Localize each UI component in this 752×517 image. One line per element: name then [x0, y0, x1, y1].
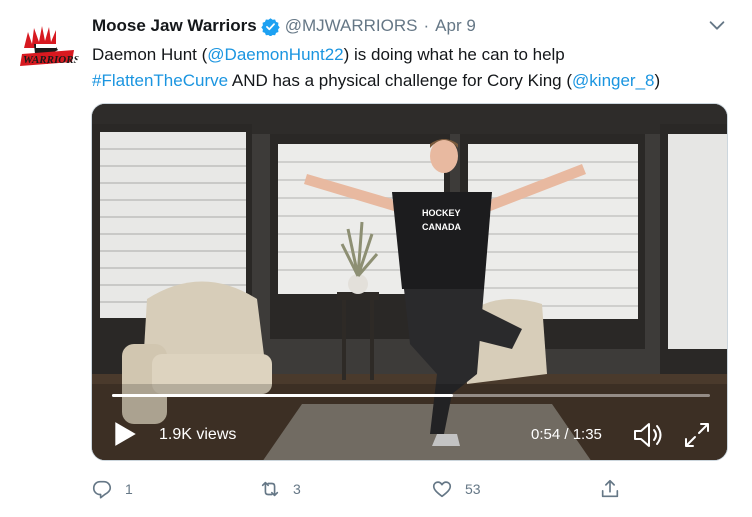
- video-time: 0:54 / 1:35: [531, 426, 602, 443]
- verified-badge-icon: [261, 17, 280, 36]
- tweet-date[interactable]: Apr 9: [435, 16, 476, 36]
- tweet-actions: 1 3 53: [91, 476, 651, 502]
- share-button[interactable]: [599, 476, 621, 502]
- mention-link[interactable]: @DaemonHunt22: [207, 45, 343, 64]
- warriors-logo: WARRIORS: [14, 14, 80, 80]
- reply-count: 1: [125, 481, 133, 497]
- like-button[interactable]: 53: [431, 476, 481, 502]
- retweet-button[interactable]: 3: [259, 476, 301, 502]
- expand-icon[interactable]: [682, 420, 712, 450]
- reply-icon: [92, 480, 112, 499]
- tweet-text-part: ): [654, 71, 661, 90]
- mention-link[interactable]: @kinger_8: [572, 71, 654, 90]
- like-count: 53: [465, 481, 481, 497]
- hashtag-link[interactable]: #FlattenTheCurve: [92, 71, 228, 90]
- video-progress-bar[interactable]: [112, 394, 710, 397]
- user-handle[interactable]: @MJWARRIORS: [285, 16, 418, 36]
- video-progress-fill: [112, 394, 453, 397]
- tweet-text-part: Daemon Hunt (: [92, 45, 208, 64]
- avatar[interactable]: WARRIORS: [14, 14, 80, 80]
- header-separator: ·: [423, 16, 430, 35]
- volume-icon[interactable]: [632, 420, 666, 450]
- video-controls: 1.9K views 0:54 / 1:35: [92, 412, 727, 452]
- like-icon: [432, 481, 452, 498]
- reply-button[interactable]: 1: [91, 476, 133, 502]
- logo-wordmark: WARRIORS: [23, 54, 80, 66]
- retweet-count: 3: [293, 481, 301, 497]
- shirt-print-line1: HOCKEY: [422, 208, 461, 218]
- play-icon[interactable]: [112, 420, 138, 448]
- display-name[interactable]: Moose Jaw Warriors: [92, 16, 257, 36]
- share-icon: [601, 479, 619, 498]
- tweet-header: Moose Jaw Warriors @MJWARRIORS · Apr 9: [92, 15, 476, 37]
- video-frame: HOCKEY CANADA: [92, 104, 727, 460]
- chevron-down-icon[interactable]: [706, 14, 728, 36]
- shirt-print-line2: CANADA: [422, 222, 461, 232]
- tweet-text: Daemon Hunt (@DaemonHunt22) is doing wha…: [92, 42, 732, 94]
- tweet-card[interactable]: WARRIORS Moose Jaw Warriors @MJWARRIORS …: [0, 0, 752, 517]
- retweet-icon: [261, 481, 279, 497]
- view-count: 1.9K views: [159, 426, 237, 443]
- tweet-text-part: AND has a physical challenge for Cory Ki…: [228, 71, 573, 90]
- video-player[interactable]: HOCKEY CANADA 1.9K views 0:54 / 1:35: [91, 103, 728, 461]
- tweet-text-part: ) is doing what he can to help: [343, 45, 565, 64]
